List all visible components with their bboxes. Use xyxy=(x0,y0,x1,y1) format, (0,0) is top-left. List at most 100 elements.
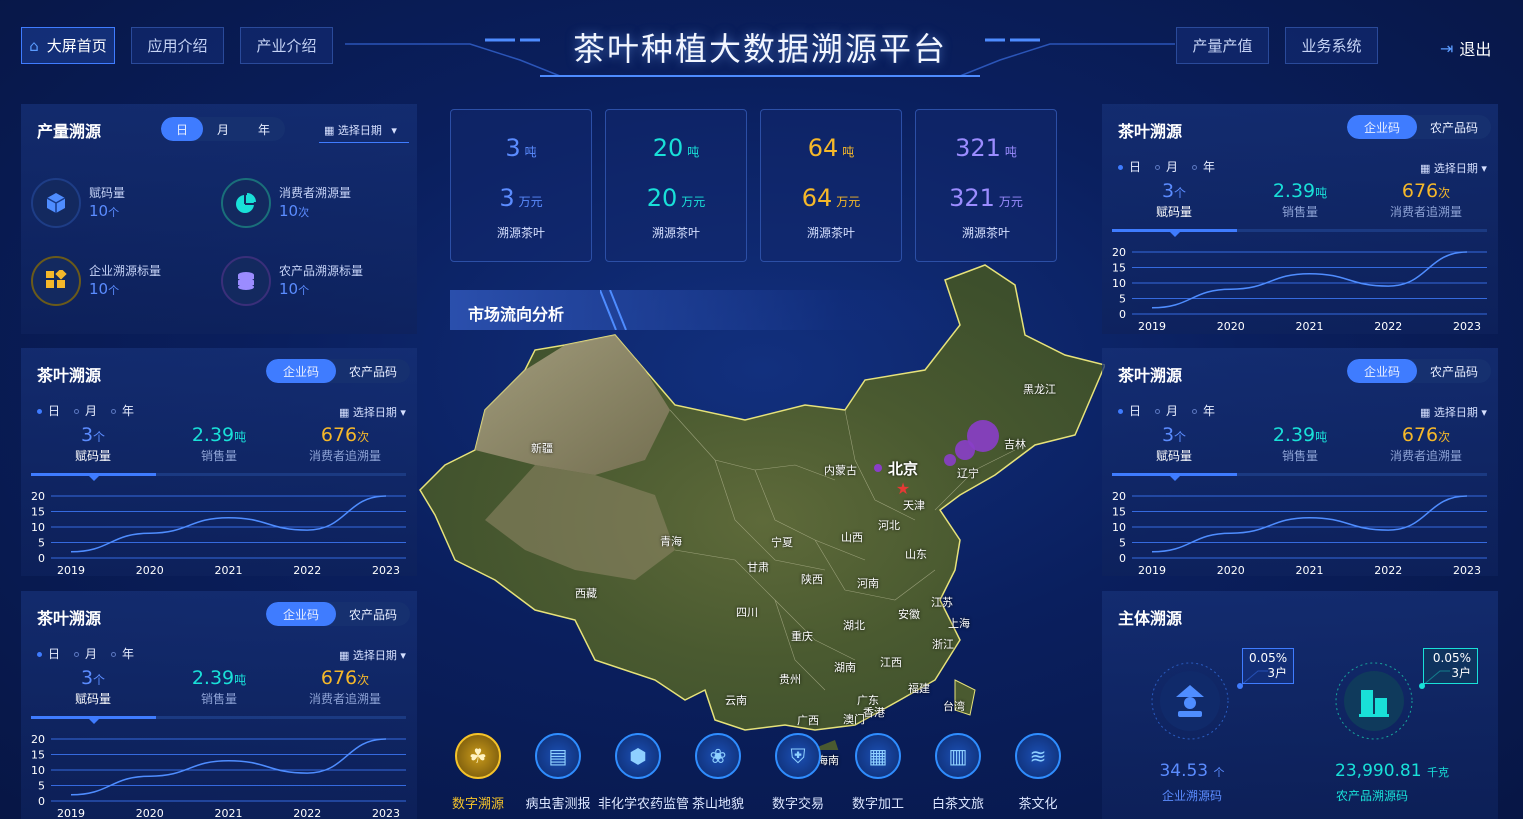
radio-year[interactable]: 年 xyxy=(1192,402,1215,419)
card-amount: 20 万元 xyxy=(646,184,706,212)
period-month[interactable]: 月 xyxy=(203,117,243,141)
stat-consumer: 676次 消费者追溯量 xyxy=(1389,424,1462,463)
map-label-province: 江西 xyxy=(880,656,902,669)
stat-sales: 2.39吨 销售量 xyxy=(1272,180,1328,219)
product-value: 23,990.81 千克 xyxy=(1335,761,1449,781)
tea-card: 20 吨 20 万元 溯源茶叶 xyxy=(605,109,747,262)
bottom-nav-label: 数字加工 xyxy=(851,797,904,812)
leaf-icon: ☘ xyxy=(455,733,501,779)
stat-consumer: 676次 消费者追溯量 xyxy=(308,424,381,463)
trace-line-chart: 20 15 10 5 0 2019 2020 2021 2022 2023 xyxy=(1112,246,1487,332)
y-tick-label: 0 xyxy=(38,552,45,565)
radio-month[interactable]: 月 xyxy=(1155,158,1178,175)
map-label-province: 吉林 xyxy=(1004,438,1026,451)
shop-icon: ▦ xyxy=(855,733,901,779)
nav-home[interactable]: ⌂ 大屏首页 xyxy=(21,27,115,64)
nav-home-label: 大屏首页 xyxy=(46,37,107,55)
trace-line-chart: 20 15 10 5 0 2019 2020 2021 2022 2023 xyxy=(31,490,406,576)
tea-card: 3吨 3 万元 溯源茶叶 xyxy=(450,109,592,262)
logout-icon: ⇥ xyxy=(1440,38,1454,58)
map-label-province: 北京 xyxy=(888,460,919,478)
y-tick-label: 10 xyxy=(1112,277,1126,290)
logout-button[interactable]: ⇥ 退出 xyxy=(1440,36,1491,60)
tea-trace-panel: 茶叶溯源 企业码 农产品码 日 月 年 ▦ 选择日期 ▾ 3个 赋码量 2.39吨… xyxy=(1102,104,1498,334)
bottom-nav-label: 茶山地貌 xyxy=(691,797,744,812)
y-tick-label: 5 xyxy=(38,537,45,550)
map-label-province: 澳门 xyxy=(843,713,865,726)
tab-enterprise-code[interactable]: 企业码 xyxy=(266,602,336,626)
code-type-toggle: 企业码 农产品码 xyxy=(1347,115,1491,139)
card-label: 溯源茶叶 xyxy=(806,226,855,240)
period-year[interactable]: 年 xyxy=(243,117,285,141)
trace-date-picker[interactable]: ▦ 选择日期 ▾ xyxy=(339,647,406,663)
map-label-province: 安徽 xyxy=(898,608,920,621)
radio-year[interactable]: 年 xyxy=(1192,158,1215,175)
bottom-nav-item[interactable]: ⛨ 数字交易 xyxy=(758,733,838,812)
x-tick-label: 2020 xyxy=(136,807,164,819)
radio-day[interactable]: 日 xyxy=(1118,158,1141,175)
map-label-province: 辽宁 xyxy=(957,467,979,480)
map-label-province: 香港 xyxy=(863,706,885,719)
bottom-nav-item[interactable]: ▥ 白茶文旅 xyxy=(918,733,998,812)
card-tonnage: 3吨 xyxy=(505,134,537,162)
tab-enterprise-code[interactable]: 企业码 xyxy=(1347,115,1417,139)
tab-product-code[interactable]: 农产品码 xyxy=(1417,359,1491,383)
period-day[interactable]: 日 xyxy=(161,117,203,141)
period-radios: 日 月 年 xyxy=(37,645,134,662)
card-amount: 321 万元 xyxy=(949,184,1023,212)
nav-app-intro[interactable]: 应用介绍 xyxy=(131,27,224,64)
map-label-province: 山东 xyxy=(905,548,927,561)
trace-date-picker[interactable]: ▦ 选择日期 ▾ xyxy=(339,404,406,420)
x-tick-label: 2023 xyxy=(1453,564,1481,576)
calendar-icon: ▦ xyxy=(324,124,335,137)
coins-icon: ≋ xyxy=(1015,733,1061,779)
yield-panel: 产量溯源 日 月 年 ▦ 选择日期 ▾ 赋码量 10个 消费者溯源量 10次 企… xyxy=(21,104,417,334)
bottom-nav-label: 数字交易 xyxy=(771,797,824,812)
nav-business-system[interactable]: 业务系统 xyxy=(1285,27,1378,64)
nav-output-value[interactable]: 产量产值 xyxy=(1176,27,1269,64)
bottom-nav-item[interactable]: ❀ 茶山地貌 xyxy=(678,733,758,812)
stat-sales: 2.39吨 销售量 xyxy=(191,424,247,463)
card-tonnage: 64 吨 xyxy=(807,134,855,162)
tab-pointer xyxy=(1170,476,1180,481)
bottom-nav-item[interactable]: ≋ 茶文化 xyxy=(998,733,1078,812)
enterprise-value: 10个 xyxy=(89,280,120,298)
x-tick-label: 2020 xyxy=(1217,564,1245,576)
map-desert xyxy=(475,335,670,475)
radio-month[interactable]: 月 xyxy=(1155,402,1178,419)
enterprise-value: 34.53 个 xyxy=(1159,761,1225,781)
trace-date-picker[interactable]: ▦ 选择日期 ▾ xyxy=(1420,404,1487,420)
bottom-nav-item[interactable]: ☘ 数字溯源 xyxy=(438,733,518,812)
y-tick-label: 0 xyxy=(1119,308,1126,321)
tab-product-code[interactable]: 农产品码 xyxy=(336,602,410,626)
x-tick-label: 2020 xyxy=(1217,320,1245,332)
radio-year[interactable]: 年 xyxy=(111,645,134,662)
tab-enterprise-code[interactable]: 企业码 xyxy=(1347,359,1417,383)
radio-year[interactable]: 年 xyxy=(111,402,134,419)
bottom-nav-label: 数字溯源 xyxy=(451,797,504,812)
period-radios: 日 月 年 xyxy=(1118,158,1215,175)
map-label-province: 宁夏 xyxy=(771,536,793,549)
radio-day[interactable]: 日 xyxy=(37,645,60,662)
trace-date-picker[interactable]: ▦ 选择日期 ▾ xyxy=(1420,160,1487,176)
bottom-nav-item[interactable]: ▦ 数字加工 xyxy=(838,733,918,812)
tab-enterprise-code[interactable]: 企业码 xyxy=(266,359,336,383)
nav-industry-intro[interactable]: 产业介绍 xyxy=(240,27,333,64)
x-tick-label: 2022 xyxy=(1374,320,1402,332)
radio-month[interactable]: 月 xyxy=(74,645,97,662)
tab-product-code[interactable]: 农产品码 xyxy=(1417,115,1491,139)
radio-day[interactable]: 日 xyxy=(37,402,60,419)
bottom-nav-item[interactable]: ⬢ 非化学农药监管 xyxy=(598,733,689,812)
capital-star-icon: ★ xyxy=(896,479,910,498)
map-label-province: 黑龙江 xyxy=(1023,383,1056,396)
radio-day[interactable]: 日 xyxy=(1118,402,1141,419)
tab-product-code[interactable]: 农产品码 xyxy=(336,359,410,383)
bottom-nav-item[interactable]: ▤ 病虫害测报 xyxy=(518,733,598,812)
radio-month[interactable]: 月 xyxy=(74,402,97,419)
book-icon: ▥ xyxy=(935,733,981,779)
monitor-icon: ▤ xyxy=(535,733,581,779)
yield-date-picker[interactable]: ▦ 选择日期 ▾ xyxy=(324,122,397,138)
card-amount: 64 万元 xyxy=(801,184,861,212)
map-label-province: 浙江 xyxy=(932,638,954,651)
x-tick-label: 2023 xyxy=(1453,320,1481,332)
